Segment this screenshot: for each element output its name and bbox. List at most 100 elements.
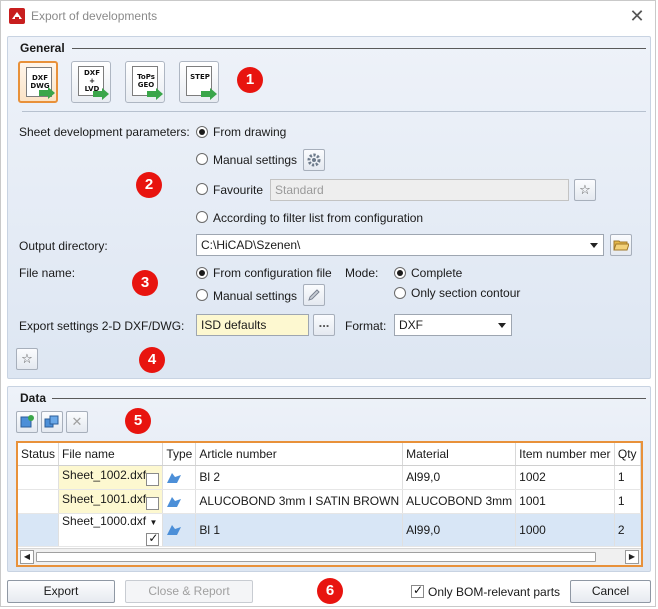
format-dxf-lvd-button[interactable]: DXF + LVD (71, 61, 111, 103)
article-cell: Bl 1 (195, 513, 404, 547)
status-cell (18, 489, 60, 514)
browse-button[interactable]: ... (313, 314, 335, 336)
scroll-right-icon[interactable]: ▶ (625, 550, 639, 564)
chevron-down-icon[interactable]: ▼ (149, 518, 157, 527)
callout-badge-3: 3 (132, 270, 158, 296)
favourite-field: Standard (270, 179, 569, 201)
table-row[interactable]: Sheet_1002.dxf Bl 2 Al99,0 1002 1 (18, 465, 641, 490)
developments-grid: Status File name Type Article number Mat… (18, 443, 641, 547)
sheet-type-icon (167, 525, 182, 536)
remove-icon[interactable]: ✕ (66, 411, 88, 433)
col-type[interactable]: Type (162, 443, 197, 466)
horizontal-scrollbar[interactable]: ◀ ▶ (18, 548, 641, 565)
filter-list-label: According to filter list from configurat… (213, 211, 424, 225)
status-cell (18, 513, 60, 547)
col-file-name[interactable]: File name (58, 443, 164, 466)
add-assembly-icon[interactable] (41, 411, 63, 433)
file-name-cell[interactable]: Sheet_1000.dxf ▼ (58, 513, 164, 547)
material-cell: ALUCOBOND 3mm (402, 489, 517, 514)
manual-settings-2-label: Manual settings (213, 289, 298, 303)
filter-list-radio[interactable] (196, 211, 208, 223)
col-qty[interactable]: Qty (614, 443, 641, 466)
table-header-row: Status File name Type Article number Mat… (18, 443, 641, 466)
row-checkbox[interactable] (146, 473, 160, 486)
callout-badge-4: 4 (139, 347, 165, 373)
app-logo-icon (9, 8, 25, 24)
add-part-icon[interactable] (16, 411, 38, 433)
material-cell: Al99,0 (402, 513, 517, 547)
scroll-thumb[interactable] (36, 552, 596, 562)
row-checkbox[interactable] (146, 497, 160, 510)
export-settings-field[interactable]: ISD defaults (196, 314, 309, 336)
complete-label: Complete (411, 266, 463, 280)
table-row[interactable]: Sheet_1000.dxf ▼ Bl 1 Al99,0 1000 2 (18, 513, 641, 547)
qty-cell: 1 (614, 489, 641, 514)
qty-cell: 1 (614, 465, 641, 490)
export-button[interactable]: Export (7, 580, 115, 603)
favourite-label: Favourite (213, 183, 264, 197)
sheet-type-icon (167, 496, 182, 507)
export-arrow-icon (201, 88, 217, 100)
export-arrow-icon (39, 87, 55, 99)
item-number-cell: 1002 (515, 465, 615, 490)
status-cell (18, 465, 60, 490)
table-row[interactable]: Sheet_1001.dxf ALUCOBOND 3mm I SATIN BRO… (18, 489, 641, 514)
format-dropdown[interactable]: DXF (394, 314, 512, 336)
manual-settings-2-radio[interactable] (196, 289, 208, 301)
bom-relevant-checkbox[interactable] (411, 583, 424, 598)
format-dxf-dwg-button[interactable]: DXF DWG (18, 61, 58, 103)
format-tops-geo-button[interactable]: ToPs GEO (125, 61, 165, 103)
from-config-file-radio[interactable] (196, 267, 208, 279)
only-section-radio[interactable] (394, 287, 406, 299)
scroll-left-icon[interactable]: ◀ (20, 550, 34, 564)
sheet-params-label: Sheet development parameters: (19, 125, 190, 139)
developments-table: Status File name Type Article number Mat… (16, 441, 643, 567)
chevron-down-icon (590, 243, 598, 248)
close-icon[interactable]: ✕ (626, 5, 648, 27)
callout-badge-6: 6 (317, 578, 343, 604)
only-section-label: Only section contour (411, 286, 521, 300)
folder-open-icon[interactable] (610, 234, 632, 256)
manual-settings-label: Manual settings (213, 153, 298, 167)
file-name-label: File name: (19, 266, 76, 280)
export-arrow-icon (93, 88, 109, 100)
sheet-type-icon (167, 472, 182, 483)
col-article-number[interactable]: Article number (195, 443, 404, 466)
callout-badge-1: 1 (237, 67, 263, 93)
type-cell (162, 465, 197, 490)
export-arrow-icon (147, 88, 163, 100)
pen-edit-icon[interactable] (303, 284, 325, 306)
item-number-cell: 1001 (515, 489, 615, 514)
general-group-title: General (20, 41, 65, 55)
data-group: Data ✕ 5 Status File name Type Article n… (7, 386, 651, 572)
from-drawing-label: From drawing (213, 125, 287, 139)
group-divider (72, 48, 646, 49)
star-icon[interactable]: ☆ (574, 179, 596, 201)
output-dir-value: C:\HiCAD\Szenen\ (201, 238, 301, 252)
item-number-cell: 1000 (515, 513, 615, 547)
complete-radio[interactable] (394, 267, 406, 279)
star-favourite-icon[interactable]: ☆ (16, 348, 38, 370)
format-step-button[interactable]: STEP (179, 61, 219, 103)
row-checkbox[interactable] (146, 531, 160, 545)
gear-icon[interactable] (303, 149, 325, 171)
from-drawing-radio[interactable] (196, 126, 208, 138)
output-dir-label: Output directory: (19, 239, 108, 253)
callout-badge-2: 2 (136, 172, 162, 198)
manual-settings-radio[interactable] (196, 153, 208, 165)
cancel-button[interactable]: Cancel (570, 580, 651, 603)
col-status[interactable]: Status (18, 443, 60, 466)
col-item-number[interactable]: Item number mer (515, 443, 615, 466)
close-report-button: Close & Report (125, 580, 253, 603)
file-name-cell[interactable]: Sheet_1001.dxf (58, 489, 164, 514)
from-config-file-label: From configuration file (213, 266, 332, 280)
output-dir-dropdown[interactable]: C:\HiCAD\Szenen\ (196, 234, 604, 256)
article-cell: ALUCOBOND 3mm I SATIN BROWN (195, 489, 404, 514)
col-material[interactable]: Material (402, 443, 517, 466)
section-divider (22, 111, 646, 112)
favourite-radio[interactable] (196, 183, 208, 195)
type-cell (162, 513, 197, 547)
chevron-down-icon (498, 323, 506, 328)
callout-badge-5: 5 (125, 408, 151, 434)
file-name-cell[interactable]: Sheet_1002.dxf (58, 465, 164, 490)
